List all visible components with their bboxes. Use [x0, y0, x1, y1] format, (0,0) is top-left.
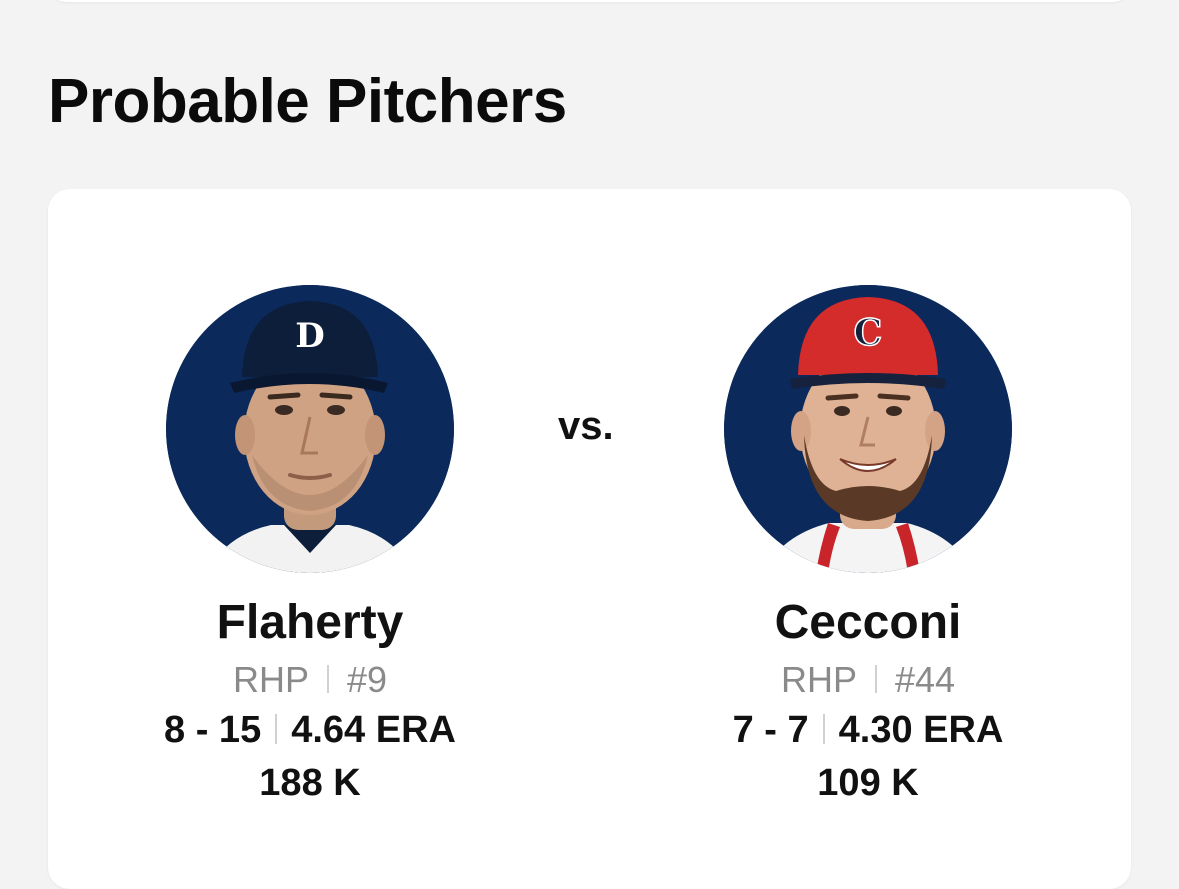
- pitcher-number: #9: [346, 658, 388, 700]
- pitcher-strikeouts: 188 K: [259, 762, 361, 805]
- probable-pitchers-card[interactable]: D Flaherty RHP #9 8 - 15 4.64 ERA 188 K vs…: [48, 189, 1131, 889]
- pitcher-stats: 7 - 7 4.30 ERA: [658, 709, 1078, 753]
- vs-label: vs.: [558, 404, 614, 448]
- pitcher-stats: 8 - 15 4.64 ERA: [100, 709, 520, 753]
- pitcher-position: RHP: [232, 658, 309, 700]
- pitcher-away[interactable]: D Flaherty RHP #9 8 - 15 4.64 ERA 188 K: [100, 285, 520, 805]
- divider: [326, 665, 329, 694]
- pitcher-meta: RHP #9: [100, 658, 520, 700]
- pitcher-home[interactable]: C Cecconi RHP #44 7 - 7 4.30 ERA 109 K: [658, 285, 1078, 805]
- pitcher-headshot[interactable]: C: [724, 285, 1012, 573]
- pitcher-name[interactable]: Cecconi: [658, 596, 1078, 650]
- pitcher-strikeouts: 109 K: [817, 762, 919, 805]
- pitcher-name[interactable]: Flaherty: [100, 596, 520, 650]
- svg-text:D: D: [295, 316, 324, 356]
- pitcher-era: 4.64 ERA: [291, 709, 456, 752]
- section-title: Probable Pitchers: [48, 67, 567, 136]
- divider: [275, 714, 278, 745]
- pitcher-record: 8 - 15: [164, 709, 262, 752]
- divider: [822, 714, 825, 745]
- pitcher-meta: RHP #44: [658, 658, 1078, 700]
- pitcher-number: #44: [894, 658, 956, 700]
- previous-card-edge: [48, 0, 1131, 2]
- pitcher-era: 4.30 ERA: [838, 709, 1004, 752]
- pitcher-record: 7 - 7: [732, 709, 809, 752]
- pitcher-headshot[interactable]: D: [166, 285, 454, 573]
- svg-text:C: C: [854, 312, 883, 354]
- divider: [874, 665, 877, 694]
- pitcher-position: RHP: [780, 658, 857, 700]
